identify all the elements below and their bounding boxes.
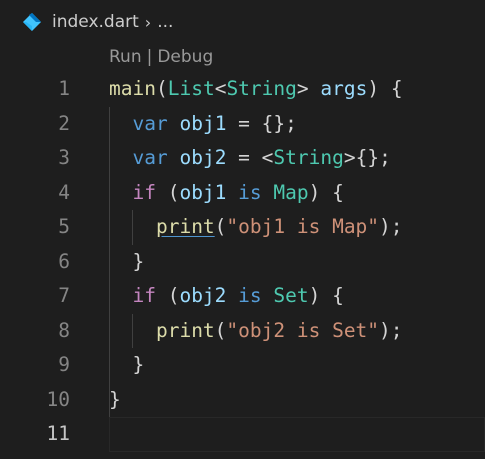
line-number: 5: [58, 215, 70, 238]
debug-codelens[interactable]: Debug: [157, 47, 213, 67]
code-token: (: [155, 77, 168, 100]
print-link[interactable]: print: [156, 215, 215, 238]
code-line[interactable]: 11: [0, 417, 485, 452]
code-text: print("obj1 is Map");: [109, 210, 403, 245]
chevron-right-icon: ›: [144, 12, 152, 32]
code-text: if (obj2 is Set) {: [109, 279, 344, 314]
code-token: obj1: [179, 111, 227, 135]
code-text: }: [109, 245, 144, 280]
code-token: >{};: [343, 146, 391, 169]
line-number: 2: [58, 111, 70, 135]
line-number: 1: [58, 77, 70, 100]
code-line[interactable]: 3 var obj2 = <String>{};: [0, 141, 485, 176]
code-token: );: [379, 215, 403, 238]
line-number: 6: [58, 249, 70, 273]
line-number: 3: [58, 146, 70, 169]
code-token: (: [155, 284, 180, 307]
code-text: var obj1 = {};: [109, 107, 297, 142]
codelens-separator: |: [146, 47, 153, 67]
code-token: var: [132, 111, 168, 135]
code-token: String: [273, 146, 344, 169]
code-token: (: [214, 318, 227, 342]
indent-guide: [132, 313, 134, 348]
line-number: 9: [58, 353, 70, 376]
code-token: <: [214, 77, 227, 100]
code-token: ) {: [367, 77, 403, 100]
code-text: if (obj1 is Map) {: [109, 176, 344, 211]
code-token: "obj2 is Set": [226, 318, 380, 342]
code-token: }: [109, 353, 145, 376]
dart-icon: [21, 11, 43, 33]
code-token: }: [109, 387, 121, 411]
code-line[interactable]: 4 if (obj1 is Map) {: [0, 176, 485, 211]
code-token: String: [226, 77, 297, 100]
current-line-highlight: [109, 417, 485, 452]
line-number: 10: [46, 387, 70, 411]
breadcrumb: index.dart › ...: [0, 0, 485, 44]
code-line[interactable]: 7 if (obj2 is Set) {: [0, 279, 485, 314]
code-token: print: [155, 318, 215, 342]
code-token: = <: [226, 146, 274, 169]
code-text: print("obj2 is Set");: [109, 314, 403, 349]
code-token: if: [132, 284, 156, 307]
code-token: ) {: [308, 284, 344, 307]
code-text: }: [109, 348, 144, 383]
code-line[interactable]: 5 print("obj1 is Map");: [0, 210, 485, 245]
code-token: main: [109, 77, 156, 100]
code-line[interactable]: 8 print("obj2 is Set");: [0, 314, 485, 349]
code-token: if: [132, 180, 156, 204]
code-line[interactable]: 2 var obj1 = {};: [0, 107, 485, 142]
code-token: is: [238, 180, 262, 204]
code-token: ) {: [308, 180, 344, 204]
breadcrumb-more[interactable]: ...: [157, 12, 173, 32]
code-text: main(List<String> args) {: [109, 72, 403, 107]
indent-guide: [132, 210, 134, 245]
code-token: args: [320, 77, 368, 100]
code-text: }: [109, 383, 121, 418]
code-token: var: [132, 146, 168, 169]
code-editor[interactable]: 1 main(List<String> args) {2 var obj1 = {…: [0, 72, 485, 452]
code-token: Set: [273, 284, 309, 307]
code-token: (: [155, 180, 180, 204]
code-token: }: [109, 249, 145, 273]
run-codelens[interactable]: Run: [109, 47, 142, 67]
breadcrumb-file[interactable]: index.dart: [52, 12, 139, 32]
code-token: obj1: [179, 180, 227, 204]
code-line[interactable]: 1 main(List<String> args) {: [0, 72, 485, 107]
code-token: >: [296, 77, 321, 100]
code-line[interactable]: 10}: [0, 383, 485, 418]
code-token: );: [379, 318, 403, 342]
code-token: obj2: [179, 284, 227, 307]
code-token: "obj1 is Map": [226, 215, 380, 238]
line-number: 11: [46, 422, 70, 445]
code-line[interactable]: 9 }: [0, 348, 485, 383]
code-token: Map: [273, 180, 309, 204]
code-line[interactable]: 6 }: [0, 245, 485, 280]
line-number: 8: [58, 318, 70, 342]
code-token: = {};: [226, 111, 297, 135]
code-token: obj2: [179, 146, 227, 169]
line-number: 7: [58, 284, 70, 307]
line-number: 4: [58, 180, 70, 204]
code-token: is: [238, 284, 262, 307]
code-token: List: [167, 77, 215, 100]
code-token: (: [214, 215, 227, 238]
code-text: var obj2 = <String>{};: [109, 141, 391, 176]
indent-guide: [109, 106, 110, 417]
codelens: Run | Debug: [109, 44, 213, 70]
